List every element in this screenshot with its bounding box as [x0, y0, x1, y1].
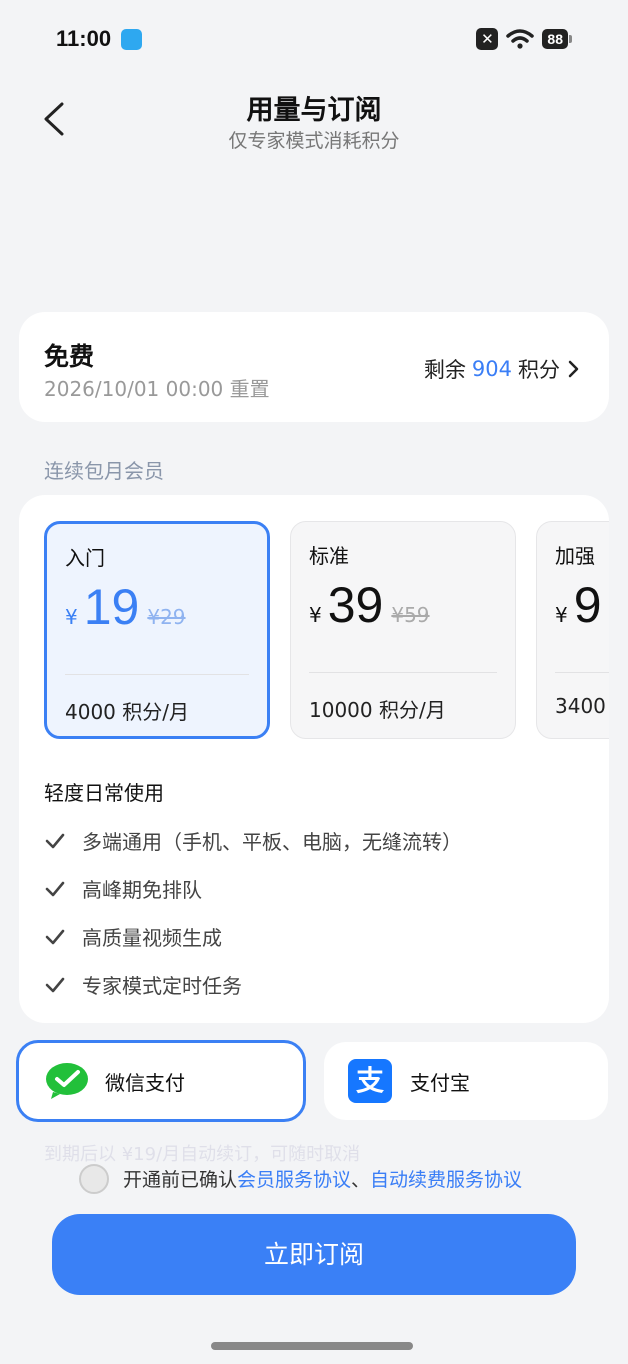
page-title: 用量与订阅 [246, 95, 382, 126]
check-icon [45, 977, 65, 992]
agreement-prefix: 开通前已确认 [123, 1169, 238, 1191]
subscribe-button[interactable]: 立即订阅 [52, 1214, 576, 1295]
reset-date: 2026/10/01 00:00 重置 [44, 377, 270, 401]
remaining-suffix: 积分 [518, 358, 560, 382]
renewal-note: 到期后以 ¥19/月自动续订，可随时取消 [44, 1144, 361, 1165]
section-label: 连续包月会员 [44, 459, 164, 483]
plan-original-price: ¥29 [147, 605, 186, 629]
plan-card-standard[interactable]: 标准 ¥ 39 ¥59 10000 积分/月 [290, 521, 516, 739]
currency-symbol: ¥ [555, 603, 568, 627]
divider [309, 672, 497, 673]
status-icons: ✕ 88 [476, 28, 572, 50]
plan-amount: 39 [327, 577, 384, 633]
divider [555, 672, 609, 673]
alipay-label: 支付宝 [410, 1070, 470, 1095]
check-icon [45, 881, 65, 896]
auto-renew-agreement-link[interactable]: 自动续费服务协议 [370, 1169, 522, 1191]
plan-price: ¥ 39 ¥59 [309, 580, 430, 630]
features-heading: 轻度日常使用 [44, 781, 164, 805]
member-agreement-link[interactable]: 会员服务协议 [237, 1169, 351, 1191]
plan-credits: 3400 [555, 694, 606, 718]
plan-name: 加强 [555, 544, 595, 568]
remaining-credits-link[interactable]: 剩余 904 积分 [424, 354, 580, 384]
sim-off-icon: ✕ [476, 28, 499, 50]
status-time: 11:00 [56, 26, 112, 51]
payment-wechat[interactable]: 微信支付 [16, 1040, 306, 1122]
feature-item: 专家模式定时任务 [44, 970, 242, 999]
page-subtitle: 仅专家模式消耗积分 [228, 130, 400, 152]
home-indicator[interactable] [211, 1342, 413, 1350]
remaining-prefix: 剩余 [423, 358, 466, 382]
plan-credits: 10000 积分/月 [309, 698, 446, 722]
agreement-radio[interactable] [79, 1164, 109, 1194]
plan-name: 入门 [65, 546, 105, 570]
plan-amount: 19 [83, 579, 140, 635]
feature-text: 高质量视频生成 [82, 926, 222, 950]
feature-item: 高质量视频生成 [44, 922, 222, 951]
currency-symbol: ¥ [309, 603, 322, 627]
battery-indicator: 88 [542, 29, 572, 49]
alipay-glyph: 支 [355, 1064, 384, 1097]
feature-text: 高峰期免排队 [82, 878, 202, 902]
free-plan-name: 免费 [44, 342, 95, 371]
plan-price: ¥ 9 [555, 580, 602, 630]
agreement-sep: 、 [351, 1169, 371, 1191]
wechat-pay-label: 微信支付 [105, 1070, 185, 1095]
remaining-value: 904 [471, 357, 512, 381]
chevron-right-icon [568, 360, 579, 378]
feature-item: 多端通用（手机、平板、电脑，无缝流转） [44, 826, 462, 855]
plan-card-plus[interactable]: 加强 ¥ 9 3400 [536, 521, 609, 739]
check-icon [45, 929, 65, 944]
plan-amount: 9 [573, 577, 602, 633]
plan-credits: 4000 积分/月 [65, 700, 189, 724]
currency-symbol: ¥ [65, 605, 78, 629]
plan-name: 标准 [309, 544, 349, 568]
feature-item: 高峰期免排队 [44, 874, 202, 903]
plan-original-price: ¥59 [391, 603, 430, 627]
plan-price: ¥ 19 ¥29 [65, 582, 186, 632]
divider [65, 674, 249, 675]
wechat-pay-icon [46, 1063, 88, 1099]
app-notification-icon [121, 29, 142, 50]
alipay-icon: 支 [348, 1059, 392, 1103]
agreement-text: 开通前已确认会员服务协议、自动续费服务协议 [123, 1165, 522, 1192]
plan-card-starter[interactable]: 入门 ¥ 19 ¥29 4000 积分/月 [44, 521, 270, 739]
wifi-icon [506, 29, 535, 49]
feature-text: 多端通用（手机、平板、电脑，无缝流转） [82, 830, 462, 854]
feature-text: 专家模式定时任务 [82, 974, 242, 998]
payment-alipay[interactable]: 支 支付宝 [324, 1042, 608, 1120]
check-icon [45, 833, 65, 848]
